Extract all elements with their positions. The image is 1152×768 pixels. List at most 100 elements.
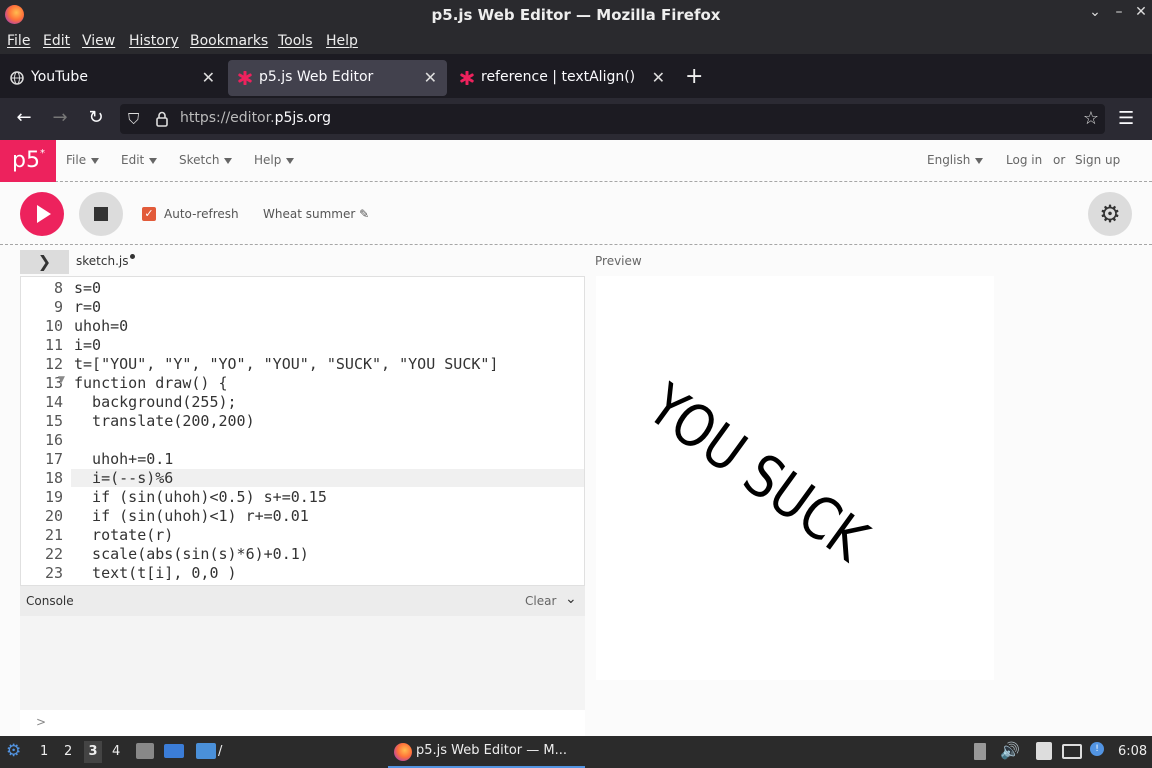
p5-asterisk-icon — [460, 71, 474, 85]
line-number: 15 — [44, 412, 63, 430]
p5-logo[interactable]: p5* — [0, 140, 56, 182]
url-domain: p5js.org — [274, 110, 331, 126]
lock-icon[interactable] — [156, 111, 168, 127]
chevron-down-icon — [286, 157, 295, 164]
signup-link[interactable]: Sign up — [1075, 153, 1120, 167]
line-number: 16 — [44, 431, 63, 449]
code-line[interactable]: text(t[i], 0,0 ) — [74, 564, 237, 582]
line-gutter: 8 9 10 11 12 13 14 15 16 17 18 19 20 21 22 23 — [21, 277, 71, 585]
p5-menu-edit[interactable]: Edit — [121, 153, 158, 167]
line-number: 22 — [44, 545, 63, 563]
p5-asterisk-icon — [238, 71, 252, 85]
menu-bookmarks[interactable]: Bookmarks — [190, 33, 268, 49]
sketch-name[interactable]: Wheat summer ✎ — [263, 207, 369, 221]
language-select[interactable]: English — [927, 153, 984, 167]
preview-canvas[interactable]: YOU SUCK — [596, 276, 994, 680]
console-body: > — [20, 616, 585, 736]
code-line[interactable]: uhoh=0 — [74, 317, 128, 335]
menu-help[interactable]: Help — [326, 33, 358, 49]
code-line[interactable]: t=["YOU", "Y", "YO", "YOU", "SUCK", "YOU… — [74, 355, 498, 373]
pencil-icon[interactable]: ✎ — [359, 207, 369, 221]
sketch-name-text: Wheat summer — [263, 207, 356, 221]
code-line[interactable]: r=0 — [74, 298, 101, 316]
tab-youtube[interactable]: YouTube ✕ — [0, 60, 225, 96]
code-line[interactable]: background(255); — [74, 393, 237, 411]
url-bar[interactable]: ⛉ https://editor.p5js.org ☆ — [120, 104, 1105, 134]
notes-icon[interactable] — [1036, 742, 1052, 760]
workspace-1[interactable]: 1 — [40, 744, 48, 759]
menu-history[interactable]: History — [129, 33, 179, 49]
close-window-icon[interactable]: ✕ — [1132, 4, 1150, 24]
play-button[interactable] — [20, 192, 64, 236]
p5-menu-sketch[interactable]: Sketch — [179, 153, 233, 167]
file-manager-icon[interactable] — [136, 743, 154, 759]
clipboard-icon[interactable] — [974, 743, 986, 760]
shield-icon[interactable]: ⛉ — [128, 110, 139, 128]
folder-icon[interactable] — [196, 743, 216, 759]
stop-button[interactable] — [79, 192, 123, 236]
start-menu-icon[interactable]: ⚙ — [6, 741, 21, 761]
code-line[interactable]: rotate(r) — [74, 526, 173, 544]
menu-tools[interactable]: Tools — [278, 33, 313, 49]
code-editor[interactable]: 8 9 10 11 12 13 14 15 16 17 18 19 20 21 22 23 ▼ s=0 r=0 u… — [20, 276, 585, 586]
network-icon[interactable] — [1062, 744, 1082, 759]
tab-reference-textalign[interactable]: reference | textAlign() ✕ — [450, 60, 675, 96]
line-number: 14 — [44, 393, 63, 411]
taskbar: ⚙ 1 2 3 4 / p5.js Web Editor — M... 🔊 ! … — [0, 736, 1152, 768]
code-line[interactable]: if (sin(uhoh)<1) r+=0.01 — [74, 507, 309, 525]
menu-edit[interactable]: Edit — [43, 33, 70, 49]
settings-gear-icon[interactable]: ⚙ — [1088, 192, 1132, 236]
fold-arrow-icon[interactable]: ▼ — [58, 375, 65, 385]
unsaved-dot-icon — [130, 254, 136, 259]
workspace-3[interactable]: 3 — [84, 741, 102, 763]
chevron-down-icon — [975, 157, 984, 164]
bookmark-star-icon[interactable]: ☆ — [1083, 108, 1099, 129]
window-title: p5.js Web Editor — Mozilla Firefox — [431, 6, 721, 24]
url-text[interactable]: https://editor.p5js.org — [180, 110, 331, 126]
code-line[interactable]: i=(--s)%6 — [71, 469, 584, 487]
app-menu-icon[interactable]: ☰ — [1118, 108, 1134, 129]
file-tab-sketch-js[interactable]: sketch.js — [76, 254, 136, 268]
new-tab-icon[interactable]: + — [685, 64, 703, 89]
firefox-logo-icon — [394, 743, 412, 761]
p5-menu-help[interactable]: Help — [254, 153, 295, 167]
back-icon[interactable]: ← — [12, 107, 36, 131]
menu-view[interactable]: View — [82, 33, 115, 49]
desktop-icon[interactable] — [164, 744, 184, 758]
code-line[interactable]: function draw() { — [74, 374, 228, 392]
workspace-2[interactable]: 2 — [64, 744, 72, 759]
window-menu-icon[interactable]: ⌄ — [1086, 4, 1104, 24]
console-clear-button[interactable]: Clear — [525, 594, 556, 608]
forward-icon[interactable]: → — [48, 107, 72, 131]
menu-file[interactable]: File — [7, 33, 30, 49]
auto-refresh-checkbox[interactable]: ✓ — [142, 207, 156, 221]
tab-p5js-web-editor[interactable]: p5.js Web Editor ✕ — [228, 60, 447, 96]
code-line[interactable]: s=0 — [74, 279, 101, 297]
code-line[interactable]: translate(200,200) — [74, 412, 255, 430]
p5-menu-file[interactable]: File — [66, 153, 100, 167]
code-line[interactable]: if (sin(uhoh)<0.5) s+=0.15 — [74, 488, 327, 506]
workspace-4[interactable]: 4 — [112, 744, 120, 759]
line-number: 21 — [44, 526, 63, 544]
code-line[interactable]: scale(abs(sin(s)*6)+0.1) — [74, 545, 309, 563]
p5-logo-mark: * — [39, 148, 45, 159]
task-firefox[interactable]: p5.js Web Editor — M... — [388, 738, 585, 768]
line-number: 10 — [44, 317, 63, 335]
volume-icon[interactable]: 🔊 — [1000, 741, 1020, 760]
close-tab-icon[interactable]: ✕ — [652, 68, 665, 87]
reload-icon[interactable]: ↻ — [84, 107, 108, 131]
p5-logo-text: p5 — [12, 148, 40, 173]
chevron-down-icon — [224, 157, 233, 164]
console-collapse-chevron-icon[interactable]: ⌄ — [565, 591, 577, 607]
code-line[interactable]: uhoh+=0.1 — [74, 450, 173, 468]
notification-icon[interactable]: ! — [1090, 742, 1104, 756]
navigation-bar: ← → ↻ ⛉ https://editor.p5js.org ☆ — [0, 98, 1152, 140]
close-tab-icon[interactable]: ✕ — [424, 68, 437, 87]
code-line[interactable]: i=0 — [74, 336, 101, 354]
sidebar-toggle-chevron-icon[interactable]: ❯ — [20, 250, 69, 274]
console-input[interactable]: > — [20, 710, 585, 736]
menu-bar: File Edit View History Bookmarks Tools H… — [0, 30, 1152, 54]
close-tab-icon[interactable]: ✕ — [202, 68, 215, 87]
minimize-icon[interactable]: – — [1110, 4, 1128, 24]
login-link[interactable]: Log in — [1006, 153, 1042, 167]
